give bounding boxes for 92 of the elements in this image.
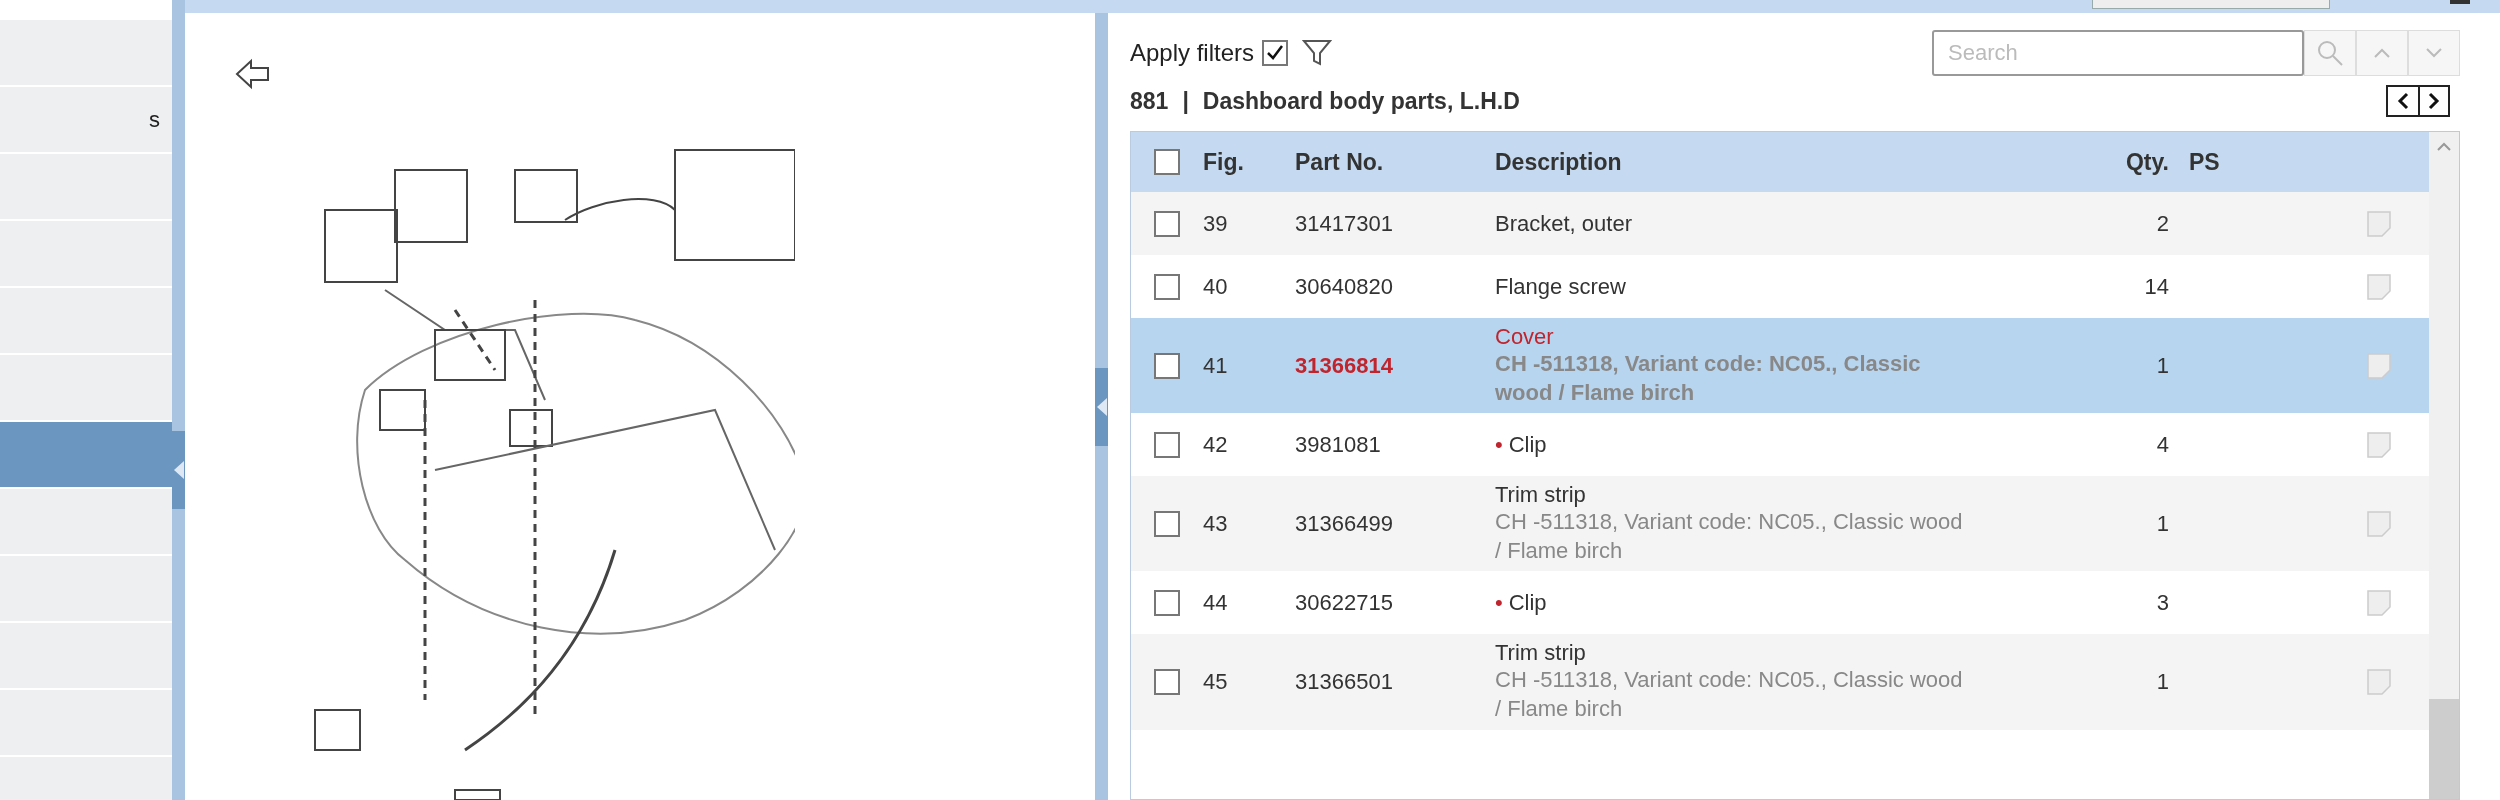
description-detail: CH -511318, Variant code: NC05., Classic wood / Flame birch [1495, 508, 1964, 565]
table-cell: 40 [1203, 273, 1228, 300]
sidebar-item[interactable] [0, 288, 172, 353]
select-all-checkbox[interactable] [1154, 149, 1180, 175]
bullet-mark: • [1495, 431, 1503, 457]
row-checkbox[interactable] [1154, 431, 1180, 458]
part-number-cell: 31366499 [1295, 510, 1393, 537]
note-icon[interactable] [2367, 510, 2391, 537]
note-icon[interactable] [2367, 210, 2391, 237]
table-cell: 43 [1203, 510, 1228, 537]
row-checkbox[interactable] [1154, 668, 1180, 695]
row-checkbox[interactable] [1154, 589, 1180, 616]
bullet-mark: • [1495, 589, 1503, 615]
sidebar-item[interactable]: s [0, 87, 172, 152]
table-cell: 1 [2156, 352, 2169, 379]
part-number-cell: 31366814 [1295, 352, 1393, 379]
row-checkbox[interactable] [1154, 273, 1180, 300]
description-cell: Trim strip [1495, 640, 1586, 666]
table-cell: 1 [2156, 668, 2169, 695]
table-cell: 42 [1203, 431, 1228, 458]
sidebar-item[interactable] [0, 355, 172, 420]
column-header[interactable]: Qty. [2125, 148, 2169, 176]
chevron-down-icon [2425, 47, 2443, 59]
note-icon[interactable] [2367, 668, 2391, 695]
note-icon[interactable] [2367, 589, 2391, 616]
part-number-cell: 31417301 [1295, 210, 1393, 237]
description-cell: Bracket, outer [1495, 210, 1632, 236]
collapse-arrow-icon [1096, 397, 1107, 416]
sidebar-item[interactable] [0, 221, 172, 286]
row-checkbox[interactable] [1154, 210, 1180, 237]
column-header[interactable]: Fig. [1203, 148, 1244, 176]
table-cell: 14 [2144, 273, 2169, 300]
scrollbar[interactable] [2429, 132, 2459, 799]
description-cell: Flange screw [1495, 273, 1626, 299]
table-row[interactable]: 41 31366814 Cover CH -511318, Variant code: NC05., Classic wood / Flame birch 1 [1131, 318, 2429, 414]
group-number: 881 [1130, 87, 1169, 115]
sidebar-item[interactable] [0, 489, 172, 554]
sidebar-item[interactable] [0, 690, 172, 755]
sidebar-item[interactable] [0, 20, 172, 85]
row-checkbox[interactable] [1154, 352, 1180, 379]
description-cell: Trim strip [1495, 482, 1586, 508]
sidebar-item[interactable] [0, 422, 172, 487]
minimize-icon[interactable] [2450, 0, 2470, 6]
row-checkbox[interactable] [1154, 510, 1180, 537]
column-header[interactable]: Part No. [1295, 148, 1384, 176]
table-cell: 39 [1203, 210, 1228, 237]
part-number-cell: 3981081 [1295, 431, 1381, 458]
note-icon[interactable] [2367, 431, 2391, 458]
part-number-cell: 31366501 [1295, 668, 1393, 695]
back-arrow-icon[interactable] [235, 58, 271, 90]
search-icon [2316, 39, 2344, 67]
table-cell: 4 [2156, 431, 2169, 458]
description-cell: Cover [1495, 324, 1554, 349]
separator: | [1182, 87, 1189, 115]
part-number-cell: 30622715 [1295, 589, 1393, 616]
column-header[interactable]: PS [2189, 148, 2220, 176]
filter-icon[interactable] [1302, 39, 1333, 67]
table-cell: 3 [2156, 589, 2169, 616]
collapse-arrow-icon [173, 461, 184, 479]
table-cell: 41 [1203, 352, 1228, 379]
sidebar-item[interactable] [0, 556, 172, 621]
sidebar-item[interactable] [0, 623, 172, 688]
note-icon[interactable] [2367, 352, 2391, 379]
description-detail: CH -511318, Variant code: NC05., Classic wood / Flame birch [1495, 666, 1964, 723]
chevron-left-icon [2397, 92, 2409, 110]
previous-button[interactable] [2356, 30, 2408, 76]
chevron-right-icon [2428, 92, 2440, 110]
scrollbar-thumb[interactable] [2429, 699, 2459, 799]
table-cell: 2 [2156, 210, 2169, 237]
description-cell: Clip [1508, 589, 1547, 615]
note-icon[interactable] [2367, 273, 2391, 300]
column-header[interactable]: Description [1495, 148, 1622, 176]
apply-filters-checkbox[interactable] [1262, 40, 1289, 66]
next-button[interactable] [2408, 30, 2460, 76]
top-button[interactable] [2092, 0, 2330, 9]
search-field[interactable]: Search [1932, 30, 2304, 76]
description-detail: CH -511318, Variant code: NC05., Classic wood / Flame birch [1495, 350, 1922, 407]
table-row[interactable]: 43 31366499 Trim strip CH -511318, Variant code: NC05., Classic wood / Flame birch 1 [1131, 476, 2429, 572]
collapse-handle[interactable] [172, 431, 185, 509]
search-button[interactable] [2304, 30, 2356, 76]
part-number-cell: 30640820 [1295, 273, 1393, 300]
apply-filters-label: Apply filters [1130, 39, 1255, 67]
table-cell: 1 [2156, 510, 2169, 537]
group-title: Dashboard body parts, L.H.D [1202, 87, 1520, 115]
table-cell: 44 [1203, 589, 1228, 616]
sidebar-item[interactable] [0, 154, 172, 219]
table-row[interactable]: 45 31366501 Trim strip CH -511318, Variant code: NC05., Classic wood / Flame birch 1 [1131, 634, 2429, 730]
collapse-handle[interactable] [1095, 367, 1108, 446]
table-cell: 45 [1203, 668, 1228, 695]
description-cell: Clip [1508, 431, 1547, 457]
chevron-up-icon [2373, 47, 2391, 59]
table-row[interactable]: 39 31417301 Bracket, outer 2 [1131, 192, 2429, 255]
